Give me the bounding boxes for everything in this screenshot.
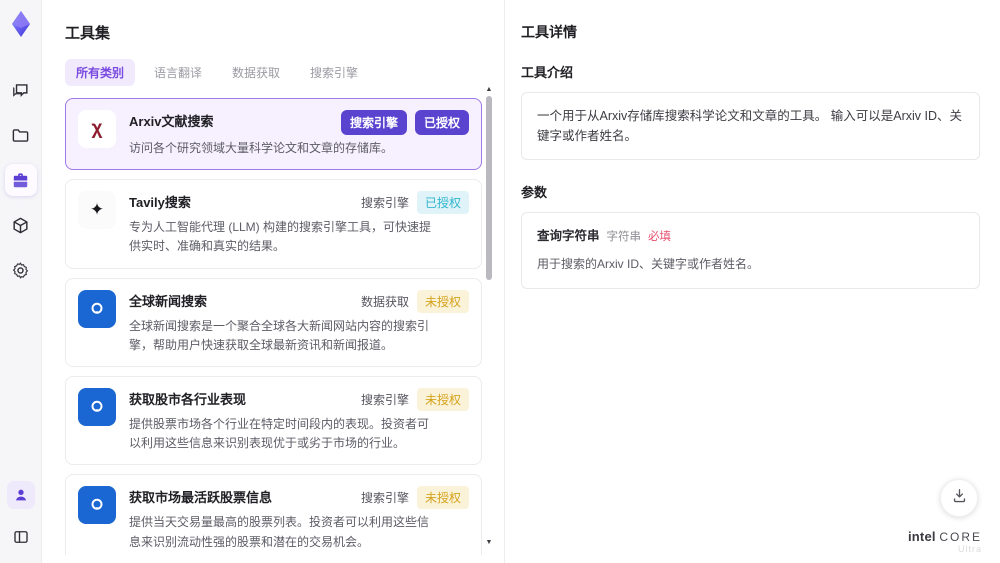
category-tabs: 所有类别 语言翻译 数据获取 搜索引擎 <box>65 59 504 86</box>
auth-status-badge: 已授权 <box>414 110 469 135</box>
tool-card-most-active-stocks[interactable]: 获取市场最活跃股票信息 搜索引擎 未授权 提供当天交易量最高的股票列表。投资者可… <box>65 474 482 555</box>
gear-icon <box>11 261 30 280</box>
tool-description: 全球新闻搜索是一个聚合全球各大新闻网站内容的搜索引擎，帮助用户快速获取全球最新资… <box>129 318 430 352</box>
intro-box: 一个用于从Arxiv存储库搜索科学论文和文章的工具。 输入可以是Arxiv ID… <box>521 92 980 160</box>
news-app-icon <box>78 289 116 328</box>
details-title: 工具详情 <box>521 24 577 40</box>
tool-name: Arxiv文献搜索 <box>129 114 214 129</box>
intel-core-logo: intel core Ultra <box>907 528 982 555</box>
scroll-up-arrow-icon[interactable]: ▲ <box>484 86 494 94</box>
scrollbar-thumb[interactable] <box>486 96 492 280</box>
tool-card-arxiv[interactable]: χ Arxiv文献搜索 搜索引擎 已授权 访问各个研究领域大量科学论文和文章的存… <box>65 98 482 171</box>
page-title: 工具集 <box>65 25 111 42</box>
panel-toggle-icon <box>12 528 30 546</box>
tab-all-categories[interactable]: 所有类别 <box>65 59 136 86</box>
tool-cards-list: χ Arxiv文献搜索 搜索引擎 已授权 访问各个研究领域大量科学论文和文章的存… <box>65 98 482 555</box>
category-label: 搜索引擎 <box>360 196 409 211</box>
tab-search-engine[interactable]: 搜索引擎 <box>299 59 369 86</box>
tab-language-translation[interactable]: 语言翻译 <box>143 59 213 86</box>
arxiv-logo-icon: χ <box>78 110 116 148</box>
left-rail <box>0 0 42 563</box>
category-badge: 搜索引擎 <box>340 110 407 135</box>
category-label: 搜索引擎 <box>360 491 409 506</box>
rail-bottom <box>5 481 37 553</box>
param-description: 用于搜索的Arxiv ID、关键字或作者姓名。 <box>537 257 760 272</box>
tool-details-panel: 工具详情 工具介绍 一个用于从Arxiv存储库搜索科学论文和文章的工具。 输入可… <box>505 0 1000 563</box>
param-box: 查询字符串 字符串 必填 用于搜索的Arxiv ID、关键字或作者姓名。 <box>521 212 980 289</box>
category-label: 数据获取 <box>360 294 409 309</box>
sidebar-item-toolbox[interactable] <box>4 164 37 196</box>
category-label: 搜索引擎 <box>360 392 409 407</box>
tool-card-tavily[interactable]: ✦ Tavily搜索 搜索引擎 已授权 专为人工智能代理 (LLM) 构建的搜索… <box>65 179 482 269</box>
sidebar-item-files[interactable] <box>5 119 37 151</box>
auth-status-badge: 已授权 <box>416 191 469 215</box>
list-scrollbar[interactable]: ▲ ▼ <box>484 86 494 547</box>
tool-name: 获取股市各行业表现 <box>129 391 247 407</box>
core-brand-text: core <box>939 529 982 544</box>
user-icon <box>13 487 29 503</box>
sidebar-item-chat[interactable] <box>5 74 37 106</box>
tool-name: 获取市场最活跃股票信息 <box>129 490 273 506</box>
tool-name: Tavily搜索 <box>129 195 191 211</box>
tavily-star-icon: ✦ <box>78 191 116 230</box>
tool-card-global-news[interactable]: 全球新闻搜索 数据获取 未授权 全球新闻搜索是一个聚合全球各大新闻网站内容的搜索… <box>65 277 482 367</box>
auth-status-badge: 未授权 <box>416 387 469 411</box>
tool-name: 全球新闻搜索 <box>129 293 208 309</box>
sidebar-item-account[interactable] <box>6 481 35 509</box>
cube-icon <box>11 216 30 235</box>
tool-card-sector-performance[interactable]: 获取股市各行业表现 搜索引擎 未授权 提供股票市场各个行业在特定时间段内的表现。… <box>65 375 482 466</box>
param-required-flag: 必填 <box>648 231 672 243</box>
intel-brand-text: intel <box>907 528 936 544</box>
intro-section-title: 工具介绍 <box>521 65 574 80</box>
param-name: 查询字符串 <box>537 229 600 243</box>
folder-icon <box>11 126 30 145</box>
rail-nav <box>4 74 37 286</box>
toolbox-icon <box>11 171 30 190</box>
app-window: 工具集 所有类别 语言翻译 数据获取 搜索引擎 χ Arxiv文献搜索 搜索引擎… <box>0 0 1000 563</box>
tab-data-acquisition[interactable]: 数据获取 <box>221 59 291 86</box>
auth-status-badge: 未授权 <box>416 486 469 510</box>
sidebar-item-collapse[interactable] <box>5 521 37 553</box>
finance-app-icon <box>78 486 116 525</box>
tool-list-panel: 工具集 所有类别 语言翻译 数据获取 搜索引擎 χ Arxiv文献搜索 搜索引擎… <box>42 0 505 563</box>
download-button[interactable] <box>940 479 978 517</box>
sidebar-item-settings[interactable] <box>5 254 37 286</box>
tool-description: 访问各个研究领域大量科学论文和文章的存储库。 <box>129 141 394 155</box>
params-section-title: 参数 <box>521 185 548 200</box>
tool-description: 提供股票市场各个行业在特定时间段内的表现。投资者可以利用这些信息来识别表现优于或… <box>129 416 430 451</box>
brand-sub-text: Ultra <box>957 544 982 555</box>
chat-icon <box>11 81 30 100</box>
auth-status-badge: 未授权 <box>416 289 469 313</box>
finance-app-icon <box>78 387 116 426</box>
sidebar-item-models[interactable] <box>5 209 37 241</box>
scroll-down-arrow-icon[interactable]: ▼ <box>484 539 494 547</box>
tool-description: 提供当天交易量最高的股票列表。投资者可以利用这些信息来识别流动性强的股票和潜在的… <box>129 515 430 549</box>
tool-description: 专为人工智能代理 (LLM) 构建的搜索引擎工具，可快速提供实时、准确和真实的结… <box>129 220 432 254</box>
download-icon <box>951 487 968 509</box>
param-type: 字符串 <box>606 231 642 243</box>
app-logo-icon <box>5 8 37 40</box>
